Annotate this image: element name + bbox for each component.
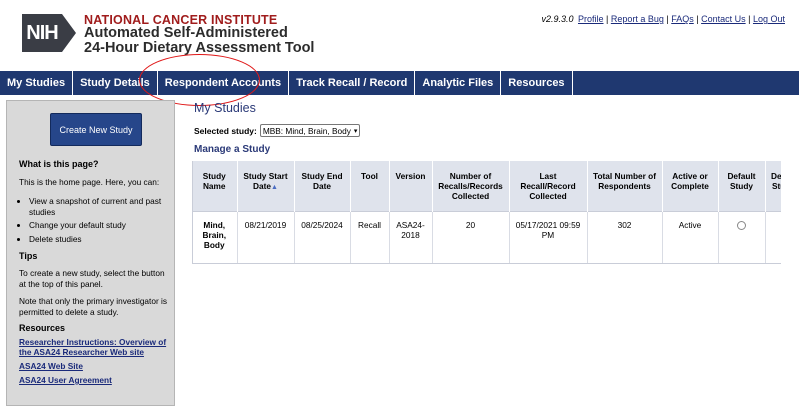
asa24-web-site-link[interactable]: ASA24 Web Site (19, 361, 174, 371)
what-list: View a snapshot of current and past stud… (19, 196, 169, 247)
nih-logo-arrow (62, 14, 76, 52)
tips-text-1: To create a new study, select the button… (19, 268, 165, 289)
default-study-radio[interactable] (737, 220, 746, 230)
researcher-instructions-link[interactable]: Researcher Instructions: Overview of the… (19, 337, 174, 357)
selected-study-select[interactable]: MBB: Mind, Brain, Body ▾ (259, 124, 361, 137)
contact-us-link[interactable]: Contact Us (701, 14, 746, 24)
selected-study-value: MBB: Mind, Brain, Body (262, 125, 351, 136)
nav-study-details[interactable]: Study Details (73, 71, 158, 95)
table-header-row: Study Name Study Start Date▲ Study End D… (192, 161, 781, 211)
top-links: v2.9.3.0 Profile | Report a Bug | FAQs |… (541, 14, 785, 24)
col-num-recalls: Number of Recalls/Records Collected (432, 161, 510, 211)
what-heading: What is this page? (19, 159, 99, 169)
col-total-respondents: Total Number of Respondents (587, 161, 663, 211)
col-version: Version (389, 161, 433, 211)
col-study-end-date: Study End Date (294, 161, 351, 211)
nav-respondent-accounts[interactable]: Respondent Accounts (158, 71, 290, 95)
cell-start-date: 08/21/2019 (237, 210, 295, 264)
col-study-start-date-label: Study Start Date (243, 171, 288, 191)
list-item: Delete studies (29, 234, 169, 245)
col-default-study: Default Study (718, 161, 766, 211)
list-item: Change your default study (29, 220, 169, 231)
app-title-line2: 24-Hour Dietary Assessment Tool (84, 40, 315, 56)
nih-logo: NIH (22, 14, 76, 52)
header: NIH NATIONAL CANCER INSTITUTE Automated … (0, 0, 799, 70)
tips-text-2: Note that only the primary investigator … (19, 296, 168, 317)
create-new-study-button[interactable]: Create New Study (50, 113, 142, 146)
app-title-line1: Automated Self-Administered (84, 25, 288, 41)
cell-status: Active (662, 210, 719, 264)
table-row: Mind, Brain, Body 08/21/2019 08/25/2024 … (192, 210, 781, 264)
log-out-link[interactable]: Log Out (753, 14, 785, 24)
col-study-name: Study Name (192, 161, 238, 211)
cell-total-respondents: 302 (587, 210, 663, 264)
page-title: My Studies (194, 101, 256, 115)
list-item: View a snapshot of current and past stud… (29, 196, 169, 217)
col-active-complete: Active or Complete (662, 161, 719, 211)
col-delete-study: Delete Study (765, 161, 781, 211)
nav-track-recall-record[interactable]: Track Recall / Record (289, 71, 416, 95)
selected-study-row: Selected study: MBB: Mind, Brain, Body ▾ (194, 124, 361, 137)
nav-analytic-files[interactable]: Analytic Files (415, 71, 502, 95)
manage-study-heading: Manage a Study (194, 144, 271, 155)
col-study-start-date[interactable]: Study Start Date▲ (237, 161, 295, 211)
tips-heading: Tips (19, 251, 38, 261)
faqs-link[interactable]: FAQs (671, 14, 694, 24)
nav-my-studies[interactable]: My Studies (0, 71, 74, 95)
app-title: Automated Self-Administered 24-Hour Diet… (84, 26, 314, 56)
main-nav: My Studies Study Details Respondent Acco… (0, 71, 799, 95)
version-label: v2.9.3.0 (541, 14, 574, 24)
cell-default-study (718, 210, 766, 264)
selected-study-label: Selected study: (194, 125, 257, 136)
cell-end-date: 08/25/2024 (294, 210, 351, 264)
nav-resources[interactable]: Resources (501, 71, 573, 95)
chevron-down-icon: ▾ (353, 127, 358, 135)
report-bug-link[interactable]: Report a Bug (611, 14, 664, 24)
what-text: This is the home page. Here, you can: (19, 177, 160, 187)
cell-num-recalls: 20 (432, 210, 510, 264)
nih-logo-text: NIH (22, 14, 62, 52)
studies-table: Study Name Study Start Date▲ Study End D… (192, 161, 781, 264)
cell-study-name: Mind, Brain, Body (192, 210, 238, 264)
col-tool: Tool (350, 161, 390, 211)
sidebar: Create New Study What is this page? This… (6, 100, 175, 406)
col-last-recall: Last Recall/Record Collected (509, 161, 588, 211)
asa24-user-agreement-link[interactable]: ASA24 User Agreement (19, 375, 174, 385)
cell-version: ASA24-2018 (389, 210, 433, 264)
resources-heading: Resources (19, 323, 66, 333)
cell-last-recall: 05/17/2021 09:59 PM (509, 210, 588, 264)
table-border (192, 161, 193, 264)
sort-asc-icon: ▲ (271, 184, 278, 191)
profile-link[interactable]: Profile (578, 14, 604, 24)
cell-delete-study (765, 210, 781, 264)
table-border (192, 263, 781, 264)
cell-tool: Recall (350, 210, 390, 264)
